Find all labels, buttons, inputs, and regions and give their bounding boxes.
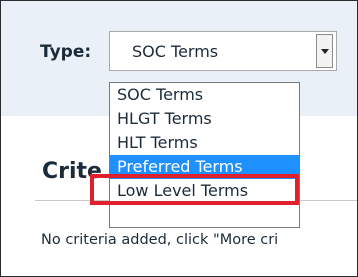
- chevron-down-icon[interactable]: [316, 34, 333, 68]
- dropdown-option-preferred-terms[interactable]: Preferred Terms: [110, 155, 299, 179]
- type-select[interactable]: SOC Terms: [109, 31, 337, 71]
- type-select-value: SOC Terms: [132, 42, 219, 61]
- dropdown-option-low-level-terms[interactable]: Low Level Terms: [110, 179, 299, 203]
- screenshot-frame: Type: SOC Terms Crite No criteria added,…: [0, 0, 358, 277]
- dropdown-option-hlgt-terms[interactable]: HLGT Terms: [110, 107, 299, 131]
- no-criteria-message: No criteria added, click "More cri: [41, 232, 279, 248]
- type-dropdown-list: SOC Terms HLGT Terms HLT Terms Preferred…: [109, 82, 300, 228]
- criteria-heading: Crite: [42, 159, 102, 184]
- dropdown-option-soc-terms[interactable]: SOC Terms: [110, 83, 299, 107]
- type-label: Type:: [40, 42, 92, 62]
- dropdown-option-hlt-terms[interactable]: HLT Terms: [110, 131, 299, 155]
